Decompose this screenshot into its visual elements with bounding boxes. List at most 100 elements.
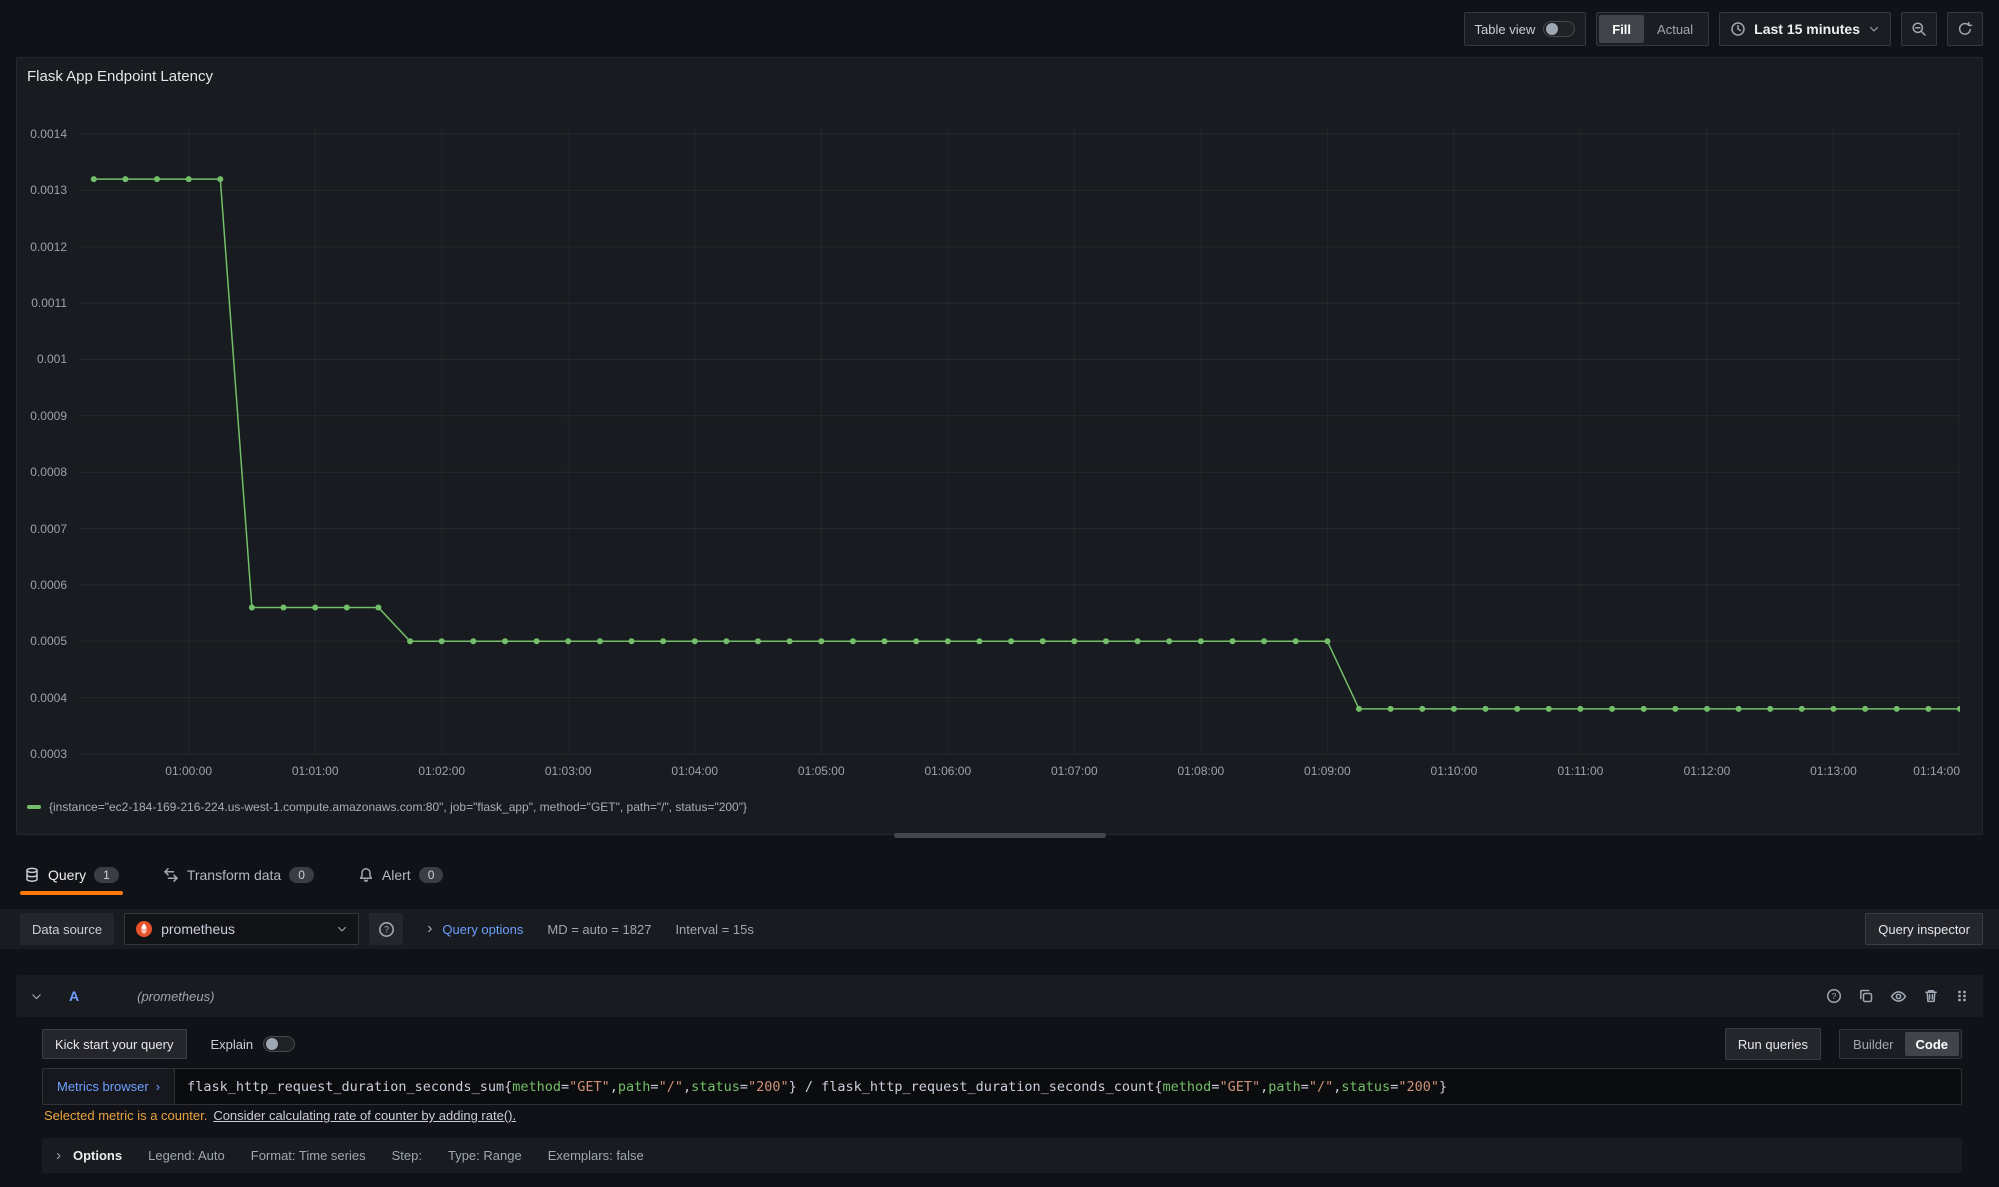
datasource-row: Data source prometheus ? › Query options… bbox=[0, 909, 1999, 949]
y-axis-tick-label: 0.0013 bbox=[17, 182, 67, 198]
y-axis-tick-label: 0.0012 bbox=[17, 239, 67, 255]
refresh-button[interactable] bbox=[1947, 12, 1983, 46]
prometheus-logo-icon bbox=[135, 920, 153, 938]
y-axis-tick-label: 0.0006 bbox=[17, 577, 67, 593]
options-step: Step: bbox=[392, 1148, 422, 1163]
chevron-down-icon bbox=[1868, 23, 1880, 35]
y-axis-tick-label: 0.0009 bbox=[17, 408, 67, 424]
refresh-icon bbox=[1957, 21, 1973, 37]
chevron-down-icon bbox=[336, 923, 348, 935]
latency-panel: Flask App Endpoint Latency {instance="ec… bbox=[16, 57, 1983, 835]
tab-query-label: Query bbox=[48, 867, 86, 883]
legend[interactable]: {instance="ec2-184-169-216-224.us-west-1… bbox=[27, 800, 747, 814]
query-options-summary-row[interactable]: › Options Legend: Auto Format: Time seri… bbox=[42, 1138, 1962, 1173]
panel-title: Flask App Endpoint Latency bbox=[27, 68, 213, 85]
query-inspector-button[interactable]: Query inspector bbox=[1865, 913, 1983, 945]
zoom-out-button[interactable] bbox=[1901, 12, 1937, 46]
metrics-browser-button[interactable]: Metrics browser › bbox=[43, 1069, 175, 1104]
tab-alert-badge: 0 bbox=[419, 867, 444, 883]
legend-series-label: {instance="ec2-184-169-216-224.us-west-1… bbox=[49, 800, 747, 814]
tab-transform-label: Transform data bbox=[187, 867, 281, 883]
drag-handle-icon[interactable] bbox=[1955, 988, 1969, 1004]
code-button[interactable]: Code bbox=[1905, 1032, 1960, 1056]
query-options-link[interactable]: Query options bbox=[442, 922, 523, 937]
promql-token: status bbox=[691, 1079, 740, 1095]
promql-token: "GET" bbox=[569, 1079, 610, 1095]
y-axis-tick-label: 0.0005 bbox=[17, 633, 67, 649]
svg-text:?: ? bbox=[1832, 991, 1837, 1001]
collapse-chevron-icon[interactable] bbox=[30, 990, 43, 1003]
promql-token: = bbox=[1211, 1079, 1219, 1095]
x-axis-tick-label: 01:02:00 bbox=[418, 764, 465, 778]
options-exemplars: Exemplars: false bbox=[548, 1148, 644, 1163]
datasource-name: prometheus bbox=[161, 921, 328, 937]
tab-query-badge: 1 bbox=[94, 867, 119, 883]
promql-token: , bbox=[1260, 1079, 1268, 1095]
tab-alert[interactable]: Alert 0 bbox=[354, 855, 447, 895]
x-axis-tick-label: 01:07:00 bbox=[1051, 764, 1098, 778]
datasource-help-button[interactable]: ? bbox=[369, 913, 403, 945]
duplicate-query-icon[interactable] bbox=[1858, 988, 1874, 1004]
panel-toolbar: Table view Fill Actual Last 15 minutes bbox=[1464, 12, 1983, 46]
warning-text: Selected metric is a counter. bbox=[44, 1108, 207, 1123]
x-axis-tick-label: 01:14:00 bbox=[1913, 764, 1960, 778]
explain-control: Explain bbox=[211, 1036, 296, 1052]
y-axis-tick-label: 0.0014 bbox=[17, 126, 67, 142]
promql-token: "/" bbox=[659, 1079, 683, 1095]
remove-query-trash-icon[interactable] bbox=[1923, 988, 1939, 1004]
options-chevron-icon[interactable]: › bbox=[56, 1147, 61, 1164]
y-axis-tick-label: 0.0011 bbox=[17, 295, 67, 311]
query-editor-toolbar: Kick start your query Explain Run querie… bbox=[42, 1028, 1962, 1060]
explain-label: Explain bbox=[211, 1037, 254, 1052]
promql-token: status bbox=[1341, 1079, 1390, 1095]
promql-token: path bbox=[1268, 1079, 1301, 1095]
promql-token: = bbox=[650, 1079, 658, 1095]
promql-editor: Metrics browser › flask_http_request_dur… bbox=[42, 1068, 1962, 1105]
promql-token: } / flask_http_request_duration_seconds_… bbox=[789, 1079, 1163, 1095]
promql-token: } bbox=[1439, 1079, 1447, 1095]
x-axis-tick-label: 01:10:00 bbox=[1431, 764, 1478, 778]
query-help-icon[interactable]: ? bbox=[1826, 988, 1842, 1004]
x-axis-tick-label: 01:04:00 bbox=[671, 764, 718, 778]
table-view-control: Table view bbox=[1464, 12, 1587, 46]
time-range-label: Last 15 minutes bbox=[1754, 21, 1860, 37]
run-queries-button[interactable]: Run queries bbox=[1725, 1028, 1821, 1060]
builder-button[interactable]: Builder bbox=[1842, 1032, 1904, 1056]
help-circle-icon: ? bbox=[378, 921, 395, 938]
tab-query[interactable]: Query 1 bbox=[20, 855, 123, 895]
options-label: Options bbox=[73, 1148, 122, 1163]
x-axis-tick-label: 01:11:00 bbox=[1558, 764, 1604, 778]
y-axis-tick-label: 0.0003 bbox=[17, 746, 67, 762]
promql-expression-input[interactable]: flask_http_request_duration_seconds_sum{… bbox=[175, 1069, 1459, 1104]
latency-chart[interactable] bbox=[79, 126, 1960, 776]
kick-start-query-button[interactable]: Kick start your query bbox=[42, 1029, 187, 1059]
table-view-toggle[interactable] bbox=[1543, 21, 1575, 37]
tab-transform-data[interactable]: Transform data 0 bbox=[159, 855, 318, 895]
options-type: Type: Range bbox=[448, 1148, 522, 1163]
options-format: Format: Time series bbox=[251, 1148, 366, 1163]
actual-button[interactable]: Actual bbox=[1644, 15, 1706, 43]
fill-button[interactable]: Fill bbox=[1599, 15, 1644, 43]
x-axis-tick-label: 01:00:00 bbox=[165, 764, 212, 778]
time-range-picker[interactable]: Last 15 minutes bbox=[1719, 12, 1891, 46]
promql-token: = bbox=[1390, 1079, 1398, 1095]
zoom-out-icon bbox=[1911, 21, 1927, 37]
fill-actual-group: Fill Actual bbox=[1596, 12, 1709, 46]
query-ref-id: A bbox=[69, 988, 79, 1004]
x-axis-tick-label: 01:06:00 bbox=[924, 764, 971, 778]
query-options-chevron-icon[interactable]: › bbox=[427, 920, 432, 938]
x-axis-tick-label: 01:03:00 bbox=[545, 764, 592, 778]
hide-response-eye-icon[interactable] bbox=[1890, 988, 1907, 1005]
explain-toggle[interactable] bbox=[263, 1036, 295, 1052]
warning-rate-link[interactable]: Consider calculating rate of counter by … bbox=[213, 1108, 516, 1123]
datasource-picker[interactable]: prometheus bbox=[124, 913, 359, 945]
interval-text: Interval = 15s bbox=[675, 922, 753, 937]
promql-token: "GET" bbox=[1219, 1079, 1260, 1095]
promql-token: path bbox=[618, 1079, 651, 1095]
bell-icon bbox=[358, 867, 374, 883]
promql-token: flask_http_request_duration_seconds_sum{ bbox=[187, 1079, 512, 1095]
promql-token: "200" bbox=[1398, 1079, 1439, 1095]
panel-resize-handle[interactable] bbox=[894, 833, 1106, 838]
svg-text:?: ? bbox=[384, 924, 389, 934]
query-row-header[interactable]: A (prometheus) ? bbox=[16, 975, 1983, 1017]
